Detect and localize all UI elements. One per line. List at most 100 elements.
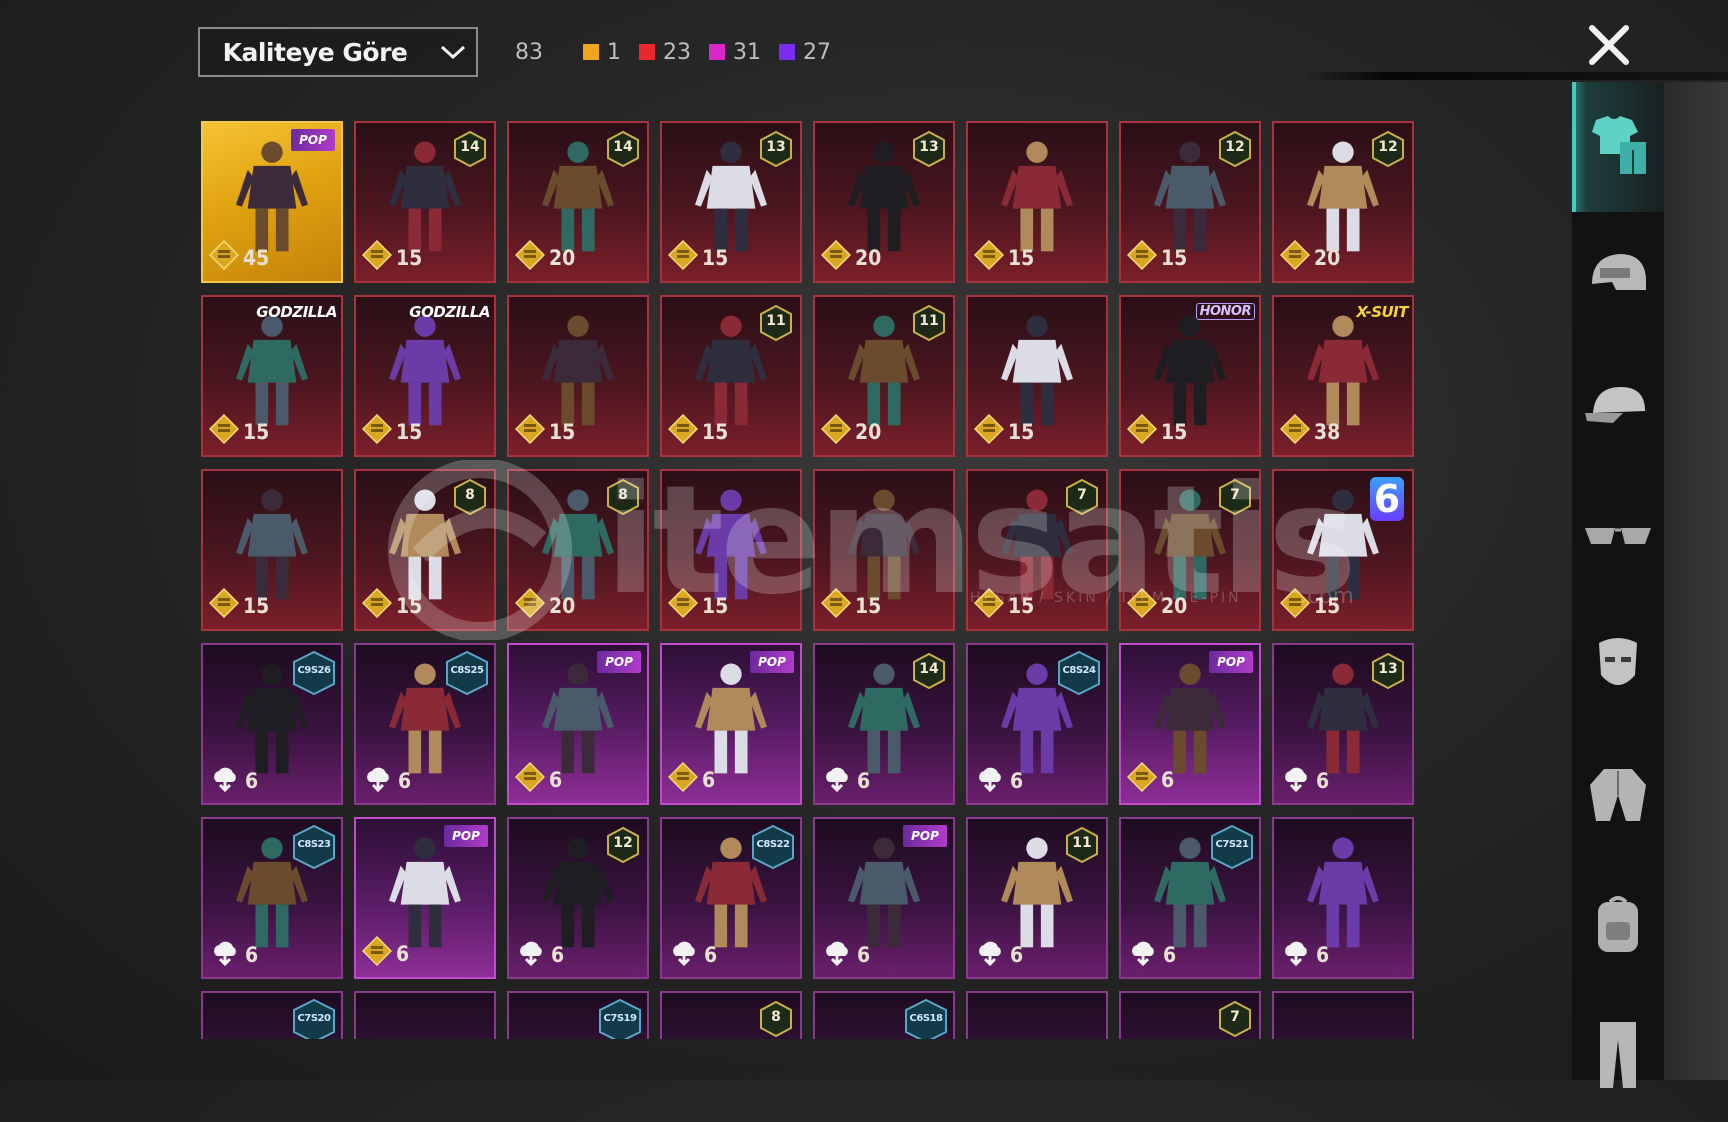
coin-icon (361, 587, 393, 623)
item-card[interactable]: C8S22 6 (660, 817, 802, 979)
item-card[interactable]: POP 6 (354, 817, 496, 979)
item-grid[interactable]: POP 45 14 15 14 20 13 15 13 20 15 12 15 12 20 GODZILLA 1… (201, 121, 1415, 1039)
item-card[interactable]: 13 6 (1272, 643, 1414, 805)
anniversary-badge: 6 (1370, 477, 1404, 521)
item-card[interactable]: 11 15 (660, 295, 802, 457)
close-button[interactable] (1582, 18, 1636, 72)
item-card[interactable]: 6 15 (1272, 469, 1414, 631)
cloud-download-icon (821, 938, 853, 971)
item-card[interactable]: GODZILLA 15 (354, 295, 496, 457)
item-card[interactable]: C9S26 6 (201, 643, 343, 805)
item-card[interactable]: POP 6 (660, 643, 802, 805)
sidebar-tab-pants[interactable] (1572, 992, 1664, 1122)
item-price: 38 (1279, 413, 1340, 449)
item-card[interactable]: GODZILLA 15 (201, 295, 343, 457)
sidebar-tab-glasses[interactable] (1572, 472, 1664, 602)
level-badge: 11 (1066, 826, 1098, 864)
item-card[interactable]: HONOR 15 (1119, 295, 1261, 457)
coin-icon (208, 413, 240, 449)
item-price-value: 6 (551, 942, 565, 967)
item-card[interactable]: 8 (660, 991, 802, 1039)
item-card[interactable]: POP 6 (1119, 643, 1261, 805)
sidebar-tab-outfit[interactable] (1572, 82, 1664, 212)
level-badge-value: 13 (1378, 661, 1398, 677)
item-card[interactable]: 14 20 (507, 121, 649, 283)
item-price: 6 (1280, 764, 1329, 797)
item-card[interactable]: C8S25 6 (354, 643, 496, 805)
item-card[interactable]: 15 (813, 469, 955, 631)
level-badge-value: 14 (919, 661, 939, 677)
level-badge-value: 13 (919, 139, 939, 155)
item-card[interactable]: 12 6 (507, 817, 649, 979)
level-badge: 14 (607, 130, 639, 168)
coin-icon (820, 587, 852, 623)
sidebar-tab-backpack[interactable] (1572, 862, 1664, 992)
item-price-value: 6 (1316, 942, 1330, 967)
item-card[interactable]: 8 20 (507, 469, 649, 631)
epic-swatch (709, 44, 725, 60)
item-card[interactable]: 13 15 (660, 121, 802, 283)
sidebar-tab-helmet[interactable] (1572, 212, 1664, 342)
sidebar-edge (1664, 82, 1728, 1080)
item-card[interactable]: C8S23 6 (201, 817, 343, 979)
cloud-download-icon (209, 764, 241, 797)
item-card[interactable]: 13 20 (813, 121, 955, 283)
item-card[interactable]: 6 (1272, 817, 1414, 979)
rare-count: 27 (803, 39, 831, 65)
item-card[interactable]: 15 (660, 469, 802, 631)
item-price-value: 15 (702, 419, 729, 444)
coin-icon (514, 761, 546, 797)
item-card[interactable] (966, 991, 1108, 1039)
item-card[interactable]: 15 (966, 121, 1108, 283)
item-card[interactable]: C6S18 (813, 991, 955, 1039)
item-card[interactable]: 8 15 (354, 469, 496, 631)
item-card[interactable]: 7 15 (966, 469, 1108, 631)
item-price: 6 (821, 764, 870, 797)
item-card[interactable]: C7S19 (507, 991, 649, 1039)
xsuit-badge: X-SUIT (1356, 303, 1408, 321)
cloud-download-icon (209, 938, 241, 971)
item-card[interactable]: 15 (507, 295, 649, 457)
quality-counts: 83 1 23 31 27 (515, 38, 831, 66)
helmet-icon (1586, 250, 1650, 305)
coin-icon (514, 587, 546, 623)
sidebar-tab-cap[interactable] (1572, 342, 1664, 472)
item-card[interactable]: 7 20 (1119, 469, 1261, 631)
item-price: 15 (667, 587, 728, 623)
coin-icon (1279, 239, 1311, 275)
item-card[interactable]: 7 (1119, 991, 1261, 1039)
item-price-value: 15 (1161, 419, 1188, 444)
level-badge-value: 12 (1378, 139, 1398, 155)
item-card[interactable]: 15 (201, 469, 343, 631)
item-card[interactable]: 12 15 (1119, 121, 1261, 283)
item-card[interactable]: 11 20 (813, 295, 955, 457)
item-price: 6 (209, 764, 258, 797)
item-card[interactable]: 14 15 (354, 121, 496, 283)
rare-swatch (779, 44, 795, 60)
sidebar-tab-jacket[interactable] (1572, 732, 1664, 862)
item-price: 6 (1126, 761, 1175, 797)
item-card[interactable] (1272, 991, 1414, 1039)
mask-icon (1593, 635, 1643, 700)
sort-dropdown[interactable]: Kaliteye Göre (198, 27, 478, 77)
item-price-value: 15 (1314, 593, 1341, 618)
item-card[interactable]: C8S24 6 (966, 643, 1108, 805)
item-card[interactable]: C7S20 (201, 991, 343, 1039)
item-card[interactable]: C7S21 6 (1119, 817, 1261, 979)
item-price-value: 15 (549, 419, 576, 444)
level-badge-value: 11 (919, 313, 939, 329)
item-card[interactable]: 11 6 (966, 817, 1108, 979)
item-card[interactable]: 15 (966, 295, 1108, 457)
level-badge-value: 11 (766, 313, 786, 329)
item-card[interactable]: POP 6 (813, 817, 955, 979)
item-price-value: 6 (1161, 767, 1175, 792)
sidebar-tab-mask[interactable] (1572, 602, 1664, 732)
coin-icon (667, 761, 699, 797)
item-card[interactable] (354, 991, 496, 1039)
item-card[interactable]: 12 20 (1272, 121, 1414, 283)
item-card[interactable]: POP 6 (507, 643, 649, 805)
item-card[interactable]: POP 45 (201, 121, 343, 283)
item-card[interactable]: 14 6 (813, 643, 955, 805)
item-card[interactable]: X-SUIT 38 (1272, 295, 1414, 457)
pop-badge: POP (903, 825, 947, 847)
